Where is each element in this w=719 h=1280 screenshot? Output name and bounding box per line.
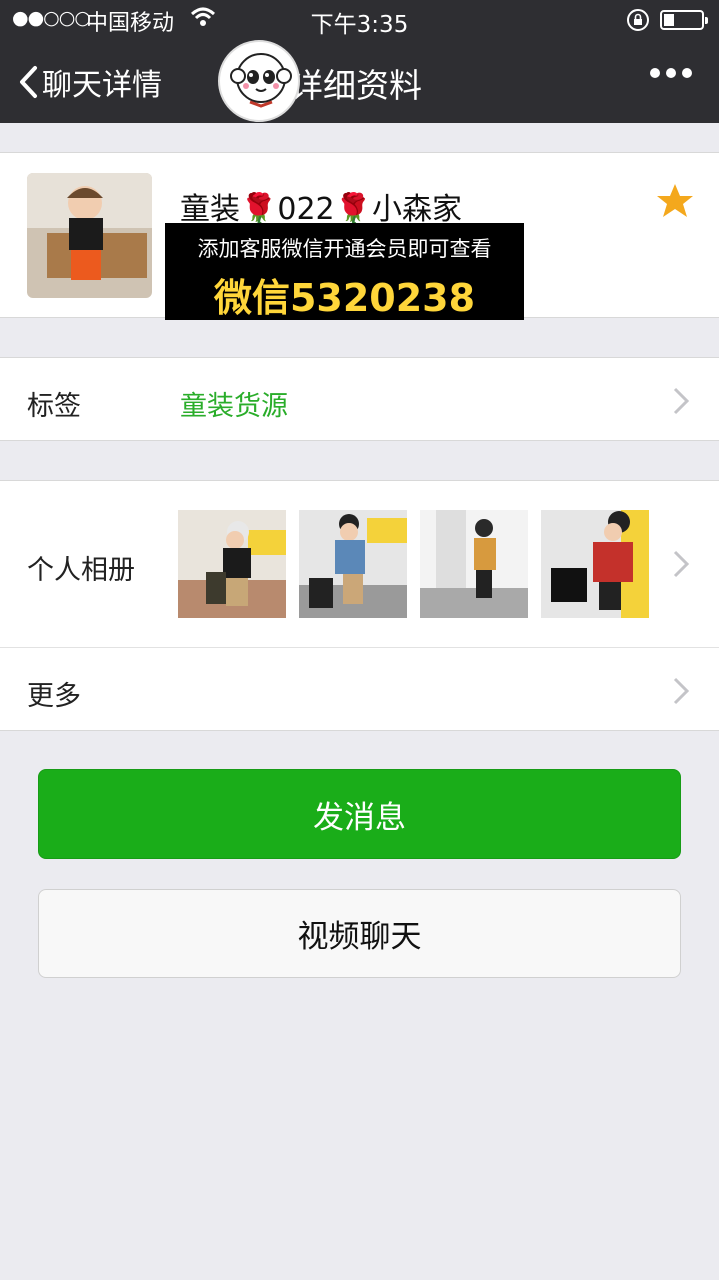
orientation-lock-icon bbox=[626, 8, 650, 38]
album-label: 个人相册 bbox=[27, 555, 135, 586]
album-photo[interactable] bbox=[299, 510, 407, 618]
nav-bar: 聊天详情 详细资料 bbox=[0, 38, 719, 123]
album-row[interactable]: 个人相册 bbox=[0, 480, 719, 647]
page-title: 详细资料 bbox=[290, 66, 422, 105]
top-bar: ●●○○○ 中国移动 下午3:35 聊天详情 详细资料 bbox=[0, 0, 719, 123]
profile-avatar[interactable] bbox=[27, 173, 152, 298]
promo-line1: 添加客服微信开通会员即可查看 bbox=[197, 237, 492, 261]
send-message-button[interactable]: 发消息 bbox=[38, 769, 681, 859]
clock: 下午3:35 bbox=[310, 12, 409, 38]
battery-icon bbox=[660, 10, 708, 30]
more-options-icon[interactable] bbox=[648, 65, 694, 85]
status-bar: ●●○○○ 中国移动 下午3:35 bbox=[0, 0, 719, 38]
album-photo[interactable] bbox=[178, 510, 286, 618]
video-call-button[interactable]: 视频聊天 bbox=[38, 889, 681, 978]
star-icon[interactable] bbox=[656, 183, 694, 223]
album-photo[interactable] bbox=[541, 510, 649, 618]
album-thumbnails bbox=[178, 510, 649, 618]
tags-value: 童装货源 bbox=[180, 391, 288, 422]
tags-row[interactable]: 标签 童装货源 bbox=[0, 357, 719, 441]
profile-name: 童装🌹022🌹小森家 bbox=[180, 192, 462, 227]
promo-line2: 微信5320238 bbox=[213, 276, 476, 320]
more-label: 更多 bbox=[27, 681, 81, 712]
promo-banner: 添加客服微信开通会员即可查看 微信5320238 bbox=[165, 223, 524, 320]
monkey-logo-icon bbox=[218, 40, 300, 122]
chevron-right-icon bbox=[672, 676, 690, 710]
back-button[interactable]: 聊天详情 bbox=[18, 60, 162, 104]
chevron-left-icon bbox=[18, 65, 38, 99]
back-label: 聊天详情 bbox=[42, 68, 162, 103]
profile-card: 童装🌹022🌹小森家 添加客服微信开通会员即可查看 微信5320238 bbox=[0, 152, 719, 320]
tags-label: 标签 bbox=[27, 391, 81, 422]
chevron-right-icon bbox=[672, 549, 690, 583]
more-row[interactable]: 更多 bbox=[0, 647, 719, 731]
album-photo[interactable] bbox=[420, 510, 528, 618]
chevron-right-icon bbox=[672, 386, 690, 420]
